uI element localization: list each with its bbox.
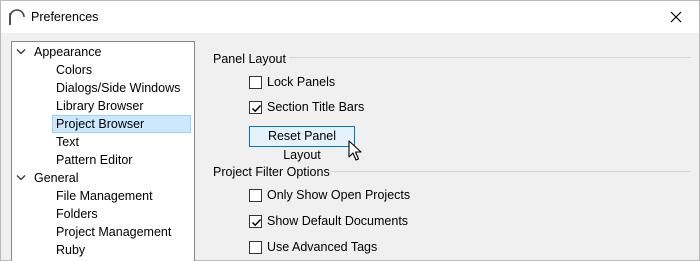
project-filter-heading: Project Filter Options — [213, 165, 330, 179]
checkmark-icon — [251, 218, 262, 227]
checkbox-label: Show Default Documents — [267, 214, 409, 228]
tree-item-ruby[interactable]: Ruby — [53, 241, 88, 259]
tree-category-general[interactable]: General — [12, 169, 194, 187]
tree-item-pattern-editor[interactable]: Pattern Editor — [53, 151, 135, 169]
tree-item-file-management[interactable]: File Management — [53, 187, 156, 205]
checkbox-label: Use Advanced Tags — [267, 240, 378, 254]
category-tree[interactable]: Appearance Colors Dialogs/Side Windows L… — [11, 41, 195, 261]
section-divider — [289, 57, 691, 58]
mouse-pointer-icon — [348, 140, 362, 161]
tree-item-colors[interactable]: Colors — [53, 61, 95, 79]
checkbox-box[interactable] — [249, 101, 262, 114]
checkbox-box[interactable] — [249, 215, 262, 228]
reset-panel-layout-button[interactable]: Reset Panel Layout — [249, 126, 355, 162]
checkbox-box[interactable] — [249, 76, 262, 89]
section-divider — [331, 171, 691, 172]
checkmark-icon — [251, 104, 262, 113]
checkbox-box[interactable] — [249, 241, 262, 254]
title-bar: Preferences — [1, 1, 699, 33]
checkbox-box[interactable] — [249, 189, 262, 202]
tree-category-label: General — [34, 171, 79, 185]
tree-item-library-browser[interactable]: Library Browser — [53, 97, 147, 115]
tree-item-text[interactable]: Text — [53, 133, 82, 151]
tree-item-dialogs-side-windows[interactable]: Dialogs/Side Windows — [53, 79, 183, 97]
chevron-down-icon[interactable] — [16, 174, 26, 182]
tree-item-project-browser[interactable]: Project Browser — [52, 115, 191, 133]
arch-logo-icon — [7, 7, 27, 27]
tree-item-project-management[interactable]: Project Management — [53, 223, 174, 241]
preferences-dialog: Preferences Appearance Colors Dialogs/Si… — [0, 0, 700, 261]
checkbox-label: Section Title Bars — [267, 100, 365, 114]
close-icon — [670, 11, 682, 23]
tree-category-label: Appearance — [34, 45, 102, 59]
chevron-down-icon[interactable] — [16, 48, 26, 56]
window-title: Preferences — [31, 10, 99, 24]
panel-layout-heading: Panel Layout — [213, 52, 286, 66]
tree-category-appearance[interactable]: Appearance — [12, 43, 194, 61]
tree-item-folders[interactable]: Folders — [53, 205, 101, 223]
checkbox-label: Lock Panels — [267, 75, 336, 89]
close-button[interactable] — [653, 1, 699, 33]
checkbox-label: Only Show Open Projects — [267, 188, 411, 202]
